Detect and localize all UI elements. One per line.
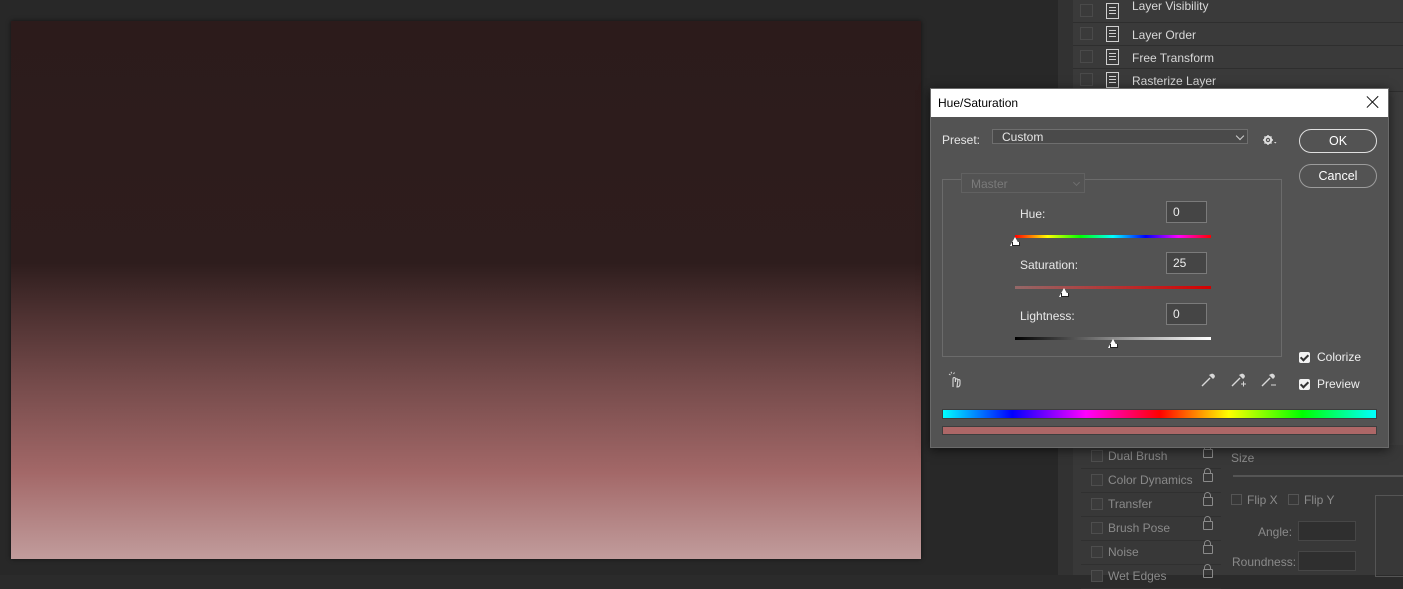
option-checkbox[interactable]	[1091, 570, 1103, 582]
flip-y-checkbox[interactable]	[1288, 494, 1299, 505]
preview-label: Preview	[1317, 377, 1360, 391]
angle-input[interactable]	[1298, 521, 1356, 541]
size-slider[interactable]	[1233, 475, 1403, 477]
brush-angle-preview[interactable]	[1375, 495, 1403, 577]
option-label: Transfer	[1108, 497, 1153, 511]
saturation-label: Saturation:	[1020, 258, 1079, 272]
lock-icon[interactable]	[1203, 444, 1213, 458]
hue-slider-track[interactable]	[1015, 235, 1211, 238]
document-workspace	[0, 0, 1058, 575]
eyedropper-minus-icon[interactable]	[1259, 371, 1277, 389]
brush-option-color-dynamics[interactable]: Color Dynamics	[1081, 468, 1221, 493]
colorize-checkbox[interactable]	[1299, 352, 1310, 363]
saturation-slider-thumb[interactable]	[1059, 288, 1069, 297]
option-label: Color Dynamics	[1108, 473, 1193, 487]
option-label: Wet Edges	[1108, 569, 1167, 583]
size-label: Size	[1231, 451, 1255, 465]
option-checkbox[interactable]	[1091, 546, 1103, 558]
close-icon[interactable]	[1365, 94, 1381, 110]
preset-label: Preset:	[942, 133, 981, 147]
flip-x-option[interactable]: Flip X	[1231, 493, 1278, 507]
chevron-down-icon	[1072, 178, 1081, 187]
brush-options-list: Dual Brush Color Dynamics Transfer Brush…	[1081, 444, 1221, 589]
option-label: Brush Pose	[1108, 521, 1171, 535]
cancel-button[interactable]: Cancel	[1299, 164, 1377, 188]
flip-x-checkbox[interactable]	[1231, 494, 1242, 505]
brush-option-transfer[interactable]: Transfer	[1081, 492, 1221, 517]
channel-value: Master	[971, 177, 1008, 191]
brush-option-wet-edges[interactable]: Wet Edges	[1081, 564, 1221, 589]
option-label: Noise	[1108, 545, 1139, 559]
option-checkbox[interactable]	[1091, 450, 1103, 462]
channel-dropdown[interactable]: Master	[961, 173, 1085, 193]
document-icon	[1106, 49, 1119, 65]
colorize-label: Colorize	[1317, 350, 1362, 364]
angle-label: Angle:	[1258, 525, 1293, 539]
roundness-input[interactable]	[1298, 551, 1356, 571]
saturation-slider-track[interactable]	[1015, 286, 1211, 289]
option-checkbox[interactable]	[1091, 474, 1103, 486]
action-toggle-checkbox[interactable]	[1080, 27, 1093, 40]
colorized-result-bar	[942, 426, 1377, 435]
hue-input[interactable]: 0	[1166, 201, 1207, 223]
brush-settings-panel: Dual Brush Color Dynamics Transfer Brush…	[1073, 444, 1403, 589]
action-item[interactable]: Layer Visibility	[1073, 0, 1403, 23]
lock-icon[interactable]	[1203, 516, 1213, 530]
action-label: Free Transform	[1132, 51, 1215, 65]
eyedropper-icon[interactable]	[1199, 371, 1217, 389]
option-checkbox[interactable]	[1091, 498, 1103, 510]
brush-option-dual-brush[interactable]: Dual Brush	[1081, 444, 1221, 469]
input-color-spectrum	[942, 409, 1377, 419]
dialog-title: Hue/Saturation	[938, 96, 1019, 110]
document-canvas[interactable]	[11, 21, 921, 559]
preset-value: Custom	[1002, 130, 1044, 144]
action-item[interactable]: Layer Order	[1073, 23, 1403, 46]
lock-icon[interactable]	[1203, 540, 1213, 554]
lightness-slider-thumb[interactable]	[1108, 339, 1118, 348]
action-toggle-checkbox[interactable]	[1080, 50, 1093, 63]
brush-option-noise[interactable]: Noise	[1081, 540, 1221, 565]
action-toggle-checkbox[interactable]	[1080, 73, 1093, 86]
brush-option-brush-pose[interactable]: Brush Pose	[1081, 516, 1221, 541]
eyedropper-plus-icon[interactable]	[1229, 371, 1247, 389]
flip-y-label: Flip Y	[1304, 493, 1335, 507]
action-item[interactable]: Free Transform	[1073, 46, 1403, 69]
actions-list: Layer Visibility Layer Order Free Transf…	[1073, 0, 1403, 92]
document-icon	[1106, 3, 1119, 19]
dialog-titlebar[interactable]: Hue/Saturation	[931, 89, 1388, 117]
lock-icon[interactable]	[1203, 564, 1213, 578]
preview-checkbox[interactable]	[1299, 379, 1310, 390]
option-checkbox[interactable]	[1091, 522, 1103, 534]
hue-slider-thumb[interactable]	[1010, 237, 1020, 246]
preset-dropdown[interactable]: Custom	[992, 129, 1248, 144]
flip-x-label: Flip X	[1247, 493, 1278, 507]
lock-icon[interactable]	[1203, 468, 1213, 482]
lightness-label: Lightness:	[1020, 309, 1075, 323]
flip-y-option[interactable]: Flip Y	[1288, 493, 1334, 507]
gear-icon[interactable]	[1263, 134, 1277, 146]
saturation-input[interactable]: 25	[1166, 252, 1207, 274]
hue-label: Hue:	[1020, 207, 1046, 221]
adjustment-group: Master Hue: 0 Saturation: 25 Lightness: …	[942, 173, 1282, 357]
option-label: Dual Brush	[1108, 449, 1168, 463]
document-icon	[1106, 72, 1119, 88]
document-icon	[1106, 26, 1119, 42]
hue-saturation-dialog: Hue/Saturation Preset: Custom OK Cancel …	[930, 88, 1389, 448]
on-image-adjustment-hand-icon[interactable]	[947, 371, 965, 389]
roundness-label: Roundness:	[1232, 555, 1297, 569]
chevron-down-icon	[1235, 131, 1245, 141]
action-toggle-checkbox[interactable]	[1080, 4, 1093, 17]
action-label: Rasterize Layer	[1132, 74, 1217, 88]
lightness-input[interactable]: 0	[1166, 303, 1207, 325]
ok-button[interactable]: OK	[1299, 129, 1377, 153]
action-label: Layer Order	[1132, 28, 1197, 42]
lock-icon[interactable]	[1203, 492, 1213, 506]
brush-tip-settings: Size Flip X Flip Y Angle: Roundness:	[1228, 445, 1403, 577]
action-label: Layer Visibility	[1132, 0, 1209, 13]
